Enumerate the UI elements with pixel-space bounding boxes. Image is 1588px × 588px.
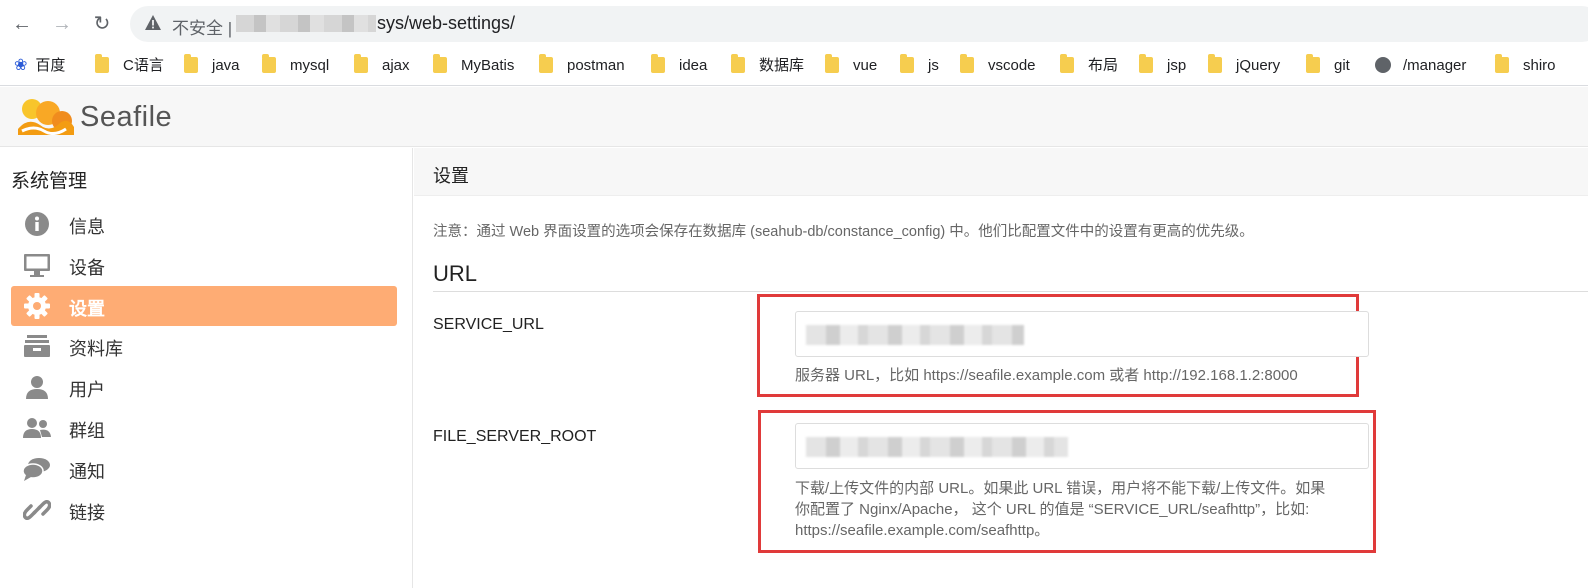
warning-triangle-icon: [145, 15, 161, 30]
omnibox[interactable]: 不安全 | sys/web-settings/: [130, 6, 1588, 42]
folder-icon: [651, 54, 665, 73]
main-header: 设置: [414, 148, 1588, 196]
bookmark-vue[interactable]: vue: [825, 54, 877, 78]
bookmark-mysql[interactable]: mysql: [262, 54, 329, 78]
bookmark-baidu[interactable]: ❀ 百度: [14, 56, 65, 78]
sidebar-item-libraries[interactable]: 资料库: [11, 326, 397, 366]
folder-icon: [960, 54, 974, 73]
logo-text: Seafile: [80, 101, 173, 133]
help-line: 下载/上传文件的内部 URL。如果此 URL 错误，用户将不能下载/上传文件。如…: [795, 480, 1326, 497]
sidebar-title: 系统管理: [11, 171, 88, 192]
folder-icon: [1495, 54, 1509, 73]
folder-icon: [1208, 54, 1222, 73]
bookmark-manager[interactable]: /manager: [1375, 56, 1466, 78]
browser-address-row: ← → ↻ 不安全 | sys/web-settings/: [0, 0, 1588, 48]
bookmark-jquery[interactable]: jQuery: [1208, 54, 1280, 78]
file-server-root-help: 下载/上传文件的内部 URL。如果此 URL 错误，用户将不能下载/上传文件。如…: [795, 478, 1325, 541]
sidebar-item-label: 设置: [69, 299, 105, 319]
sidebar-item-notifications[interactable]: 通知: [11, 449, 397, 489]
section-divider: [433, 291, 1588, 292]
blurred-value: [806, 325, 1024, 345]
globe-icon: [1375, 57, 1391, 73]
bookmark-ajax[interactable]: ajax: [354, 54, 410, 78]
main-content: 设置 注意：通过 Web 界面设置的选项会保存在数据库 (seahub-db/c…: [414, 148, 1588, 588]
folder-icon: [354, 54, 368, 73]
help-line: 你配置了 Nginx/Apache， 这个 URL 的值是 “SERVICE_U…: [795, 501, 1310, 518]
sidebar-item-groups[interactable]: 群组: [11, 408, 397, 448]
sidebar: 系统管理 信息 设备 设置 资料库 用户 群组 通知 链接: [0, 148, 413, 588]
reload-icon[interactable]: ↻: [90, 12, 114, 36]
bookmarks-bar: ❀ 百度 C语言 java mysql ajax MyBatis postman …: [0, 48, 1588, 86]
folder-icon: [184, 54, 198, 73]
bookmark-git[interactable]: git: [1306, 54, 1350, 78]
folder-icon: [825, 54, 839, 73]
security-label: 不安全 |: [172, 19, 233, 38]
folder-icon: [1060, 54, 1074, 73]
folder-icon: [95, 54, 109, 73]
folder-icon: [539, 54, 553, 73]
forward-arrow-icon[interactable]: →: [50, 12, 74, 36]
monitor-icon: [24, 254, 50, 277]
folder-icon: [433, 54, 447, 73]
sidebar-item-label: 设备: [69, 258, 105, 278]
file-server-root-label: FILE_SERVER_ROOT: [433, 428, 597, 445]
bookmark-java[interactable]: java: [184, 54, 240, 78]
gear-icon: [24, 293, 50, 319]
bookmark-shiro[interactable]: shiro: [1495, 54, 1556, 78]
sidebar-item-label: 资料库: [69, 339, 123, 359]
sidebar-item-label: 信息: [69, 217, 105, 237]
group-icon: [23, 418, 51, 438]
sidebar-item-label: 通知: [69, 462, 105, 482]
settings-note: 注意：通过 Web 界面设置的选项会保存在数据库 (seahub-db/cons…: [433, 224, 1254, 240]
file-server-root-input[interactable]: [795, 423, 1369, 469]
seafile-logo-icon[interactable]: [14, 95, 76, 139]
archive-icon: [24, 335, 50, 357]
link-icon: [23, 499, 51, 521]
bookmark-layout[interactable]: 布局: [1060, 54, 1118, 78]
back-arrow-icon[interactable]: ←: [10, 12, 34, 36]
baidu-paw-icon: ❀: [14, 57, 28, 74]
blurred-value: [806, 437, 1068, 457]
app-header: Seafile: [0, 87, 1588, 147]
bookmark-c-language[interactable]: C语言: [95, 54, 164, 78]
sidebar-item-settings[interactable]: 设置: [11, 286, 397, 326]
service-url-help: 服务器 URL，比如 https://seafile.example.com 或…: [795, 367, 1298, 384]
sidebar-item-label: 链接: [69, 503, 105, 523]
service-url-input[interactable]: [795, 311, 1369, 357]
folder-icon: [1139, 54, 1153, 73]
bookmark-mybatis[interactable]: MyBatis: [433, 54, 514, 78]
sidebar-item-info[interactable]: 信息: [11, 204, 397, 244]
folder-icon: [1306, 54, 1320, 73]
section-title-url: URL: [433, 261, 478, 286]
bookmark-postman[interactable]: postman: [539, 54, 625, 78]
chat-icon: [23, 458, 50, 481]
info-icon: [25, 212, 49, 236]
help-line: https://seafile.example.com/seafhttp。: [795, 522, 1050, 539]
sidebar-item-label: 用户: [69, 380, 105, 400]
service-url-label: SERVICE_URL: [433, 316, 544, 333]
bookmark-js[interactable]: js: [900, 54, 939, 78]
bookmark-database[interactable]: 数据库: [731, 54, 804, 78]
bookmark-jsp[interactable]: jsp: [1139, 54, 1186, 78]
blurred-host: [236, 15, 376, 32]
user-icon: [26, 376, 48, 399]
folder-icon: [900, 54, 914, 73]
sidebar-item-label: 群组: [69, 421, 105, 441]
folder-icon: [731, 54, 745, 73]
sidebar-item-devices[interactable]: 设备: [11, 245, 397, 285]
sidebar-item-users[interactable]: 用户: [11, 367, 397, 407]
bookmark-vscode[interactable]: vscode: [960, 54, 1036, 78]
sidebar-item-links[interactable]: 链接: [11, 490, 397, 530]
bookmark-idea[interactable]: idea: [651, 54, 707, 78]
folder-icon: [262, 54, 276, 73]
page-title: 设置: [433, 166, 469, 186]
url-path: sys/web-settings/: [377, 13, 516, 33]
